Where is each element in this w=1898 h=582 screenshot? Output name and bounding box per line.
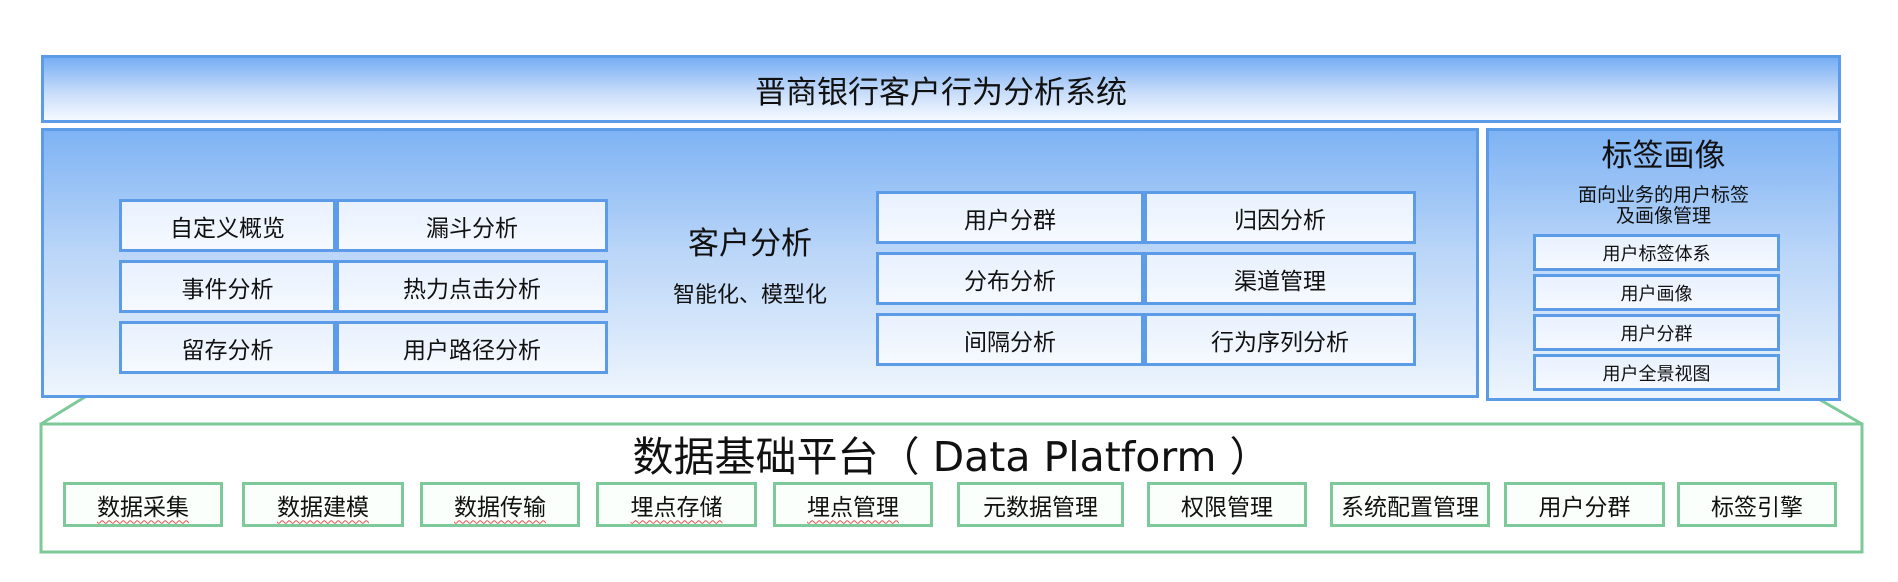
module-user-segmentation[interactable]: 用户分群	[876, 191, 1144, 244]
tag-portrait-heading: 标签画像	[1601, 137, 1726, 174]
module-heatmap-click-analysis[interactable]: 热力点击分析	[336, 260, 608, 313]
platform-module-tracking-storage[interactable]: 埋点存储	[596, 482, 757, 527]
system-title: 晋商银行客户行为分析系统	[41, 55, 1841, 123]
tag-item-user-portrait[interactable]: 用户画像	[1533, 274, 1780, 311]
platform-module-data-collection[interactable]: 数据采集	[63, 482, 223, 527]
tag-portrait-subheading-1: 面向业务的用户标签	[1577, 184, 1749, 206]
tag-item-user-panorama[interactable]: 用户全景视图	[1533, 354, 1780, 391]
module-user-path-analysis[interactable]: 用户路径分析	[336, 321, 608, 374]
platform-module-tracking-management[interactable]: 埋点管理	[773, 482, 933, 527]
tag-item-user-tag-system[interactable]: 用户标签体系	[1533, 234, 1780, 271]
platform-module-label: 埋点存储	[630, 494, 723, 521]
module-distribution-analysis[interactable]: 分布分析	[876, 252, 1144, 305]
platform-module-label: 数据建模	[277, 494, 369, 521]
module-interval-analysis[interactable]: 间隔分析	[876, 313, 1144, 366]
platform-module-label: 数据采集	[97, 494, 189, 521]
module-behavior-sequence-analysis[interactable]: 行为序列分析	[1144, 313, 1416, 366]
platform-module-permission-management[interactable]: 权限管理	[1147, 482, 1307, 527]
platform-module-label: 埋点管理	[807, 494, 899, 521]
module-attribution-analysis[interactable]: 归因分析	[1144, 191, 1416, 244]
platform-module-metadata-management[interactable]: 元数据管理	[957, 482, 1124, 527]
platform-module-system-config[interactable]: 系统配置管理	[1330, 482, 1490, 527]
module-event-analysis[interactable]: 事件分析	[119, 260, 336, 313]
customer-analysis-heading: 客户分析	[688, 225, 812, 262]
platform-module-tag-engine[interactable]: 标签引擎	[1677, 482, 1837, 527]
tag-item-user-segmentation[interactable]: 用户分群	[1533, 314, 1780, 351]
module-channel-management[interactable]: 渠道管理	[1144, 252, 1416, 305]
module-retention-analysis[interactable]: 留存分析	[119, 321, 336, 374]
customer-analysis-subheading: 智能化、模型化	[672, 283, 827, 308]
tag-portrait-subheading-2: 及画像管理	[1615, 205, 1711, 227]
module-funnel-analysis[interactable]: 漏斗分析	[336, 199, 608, 252]
data-platform-heading: 数据基础平台（ Data Platform ）	[632, 433, 1271, 481]
platform-module-data-modeling[interactable]: 数据建模	[242, 482, 404, 527]
module-custom-overview[interactable]: 自定义概览	[119, 199, 336, 252]
platform-module-user-segmentation[interactable]: 用户分群	[1504, 482, 1665, 527]
platform-module-data-transfer[interactable]: 数据传输	[420, 482, 580, 527]
platform-module-label: 数据传输	[454, 494, 546, 521]
